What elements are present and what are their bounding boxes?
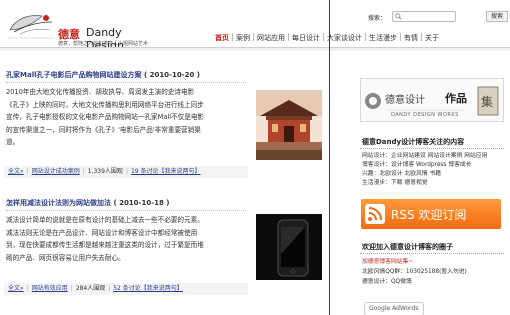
works-banner[interactable]: 德意设计 作品 DANDY DESIGN WORKS 集: [360, 78, 504, 122]
read-full-link[interactable]: 全文»: [8, 285, 24, 292]
meta-sep: |: [26, 285, 29, 292]
post-meta-bar: 全文» | 网站有效应用 | 284人围观 | 52 条讨论【我来说两句】: [4, 283, 248, 295]
search-button[interactable]: 搜索: [486, 11, 508, 22]
header-divider-shadow: [0, 48, 510, 51]
excerpt-line: 《孔子》上映的同时，大地文化传播构思利用网络平台进行线上同步: [6, 100, 204, 109]
rss-label: RSS 欢迎订阅: [391, 208, 467, 222]
sidebar-title-underline: [360, 253, 504, 254]
post-separator: [6, 82, 246, 83]
nav-item-about[interactable]: 关于: [422, 33, 442, 43]
works-banner-en: DANDY DESIGN WORKS: [391, 112, 459, 118]
post-thumbnail-phone[interactable]: [256, 214, 322, 280]
sidebar-title-circle: 欢迎加入德意设计博客的圈子: [362, 243, 453, 251]
excerpt-line: 砌的产品、网页很容易让用户失去耐心。: [6, 253, 125, 262]
post-title-text[interactable]: 怎样用减法设计法则为网站做加法: [6, 199, 111, 207]
excerpt-line: 减法法则无论是在产品设计、网站设计和博客设计中都经常被使用: [6, 228, 198, 237]
qq-weibo-line[interactable]: 德意设计：QQ微博: [362, 278, 412, 288]
read-full-link[interactable]: 全文»: [8, 168, 24, 175]
post-date: ( 2010-10-20 ): [143, 71, 200, 79]
excerpt-line: 减法设计简单的说就是在原有设计的基础上减去一些不必要的元素。: [6, 216, 204, 224]
meta-sep: |: [70, 285, 73, 292]
search-icon: [395, 13, 402, 20]
logo-slogan: 德意，帮随之人的和德意人小题网站艺术: [58, 41, 149, 47]
post-title[interactable]: 怎样用减法设计法则为网站做加法 ( 2010-10-18 ): [6, 198, 170, 208]
logo-emblem-icon: [8, 15, 54, 39]
post-comments-link[interactable]: 52 条讨论【我来说两句】: [113, 285, 183, 292]
nav-item-home[interactable]: 首页: [212, 33, 232, 43]
works-banner-cn: 德意设计: [385, 95, 425, 106]
post-title[interactable]: 孔家Mall孔子电影后产品购物网站建设方案 ( 2010-10-20 ): [6, 70, 200, 80]
post-views: 1,339人围观: [87, 168, 123, 175]
post-date: ( 2010-10-18 ): [113, 199, 170, 207]
rss-icon: [365, 204, 385, 224]
nav-item-web-apps[interactable]: 网站应用: [254, 33, 288, 43]
search-label: 搜索：: [368, 15, 387, 22]
sidebar-title-underline: [360, 148, 504, 149]
sidebar-title-topics: 德意Dandy设计博客关注的内容: [362, 138, 465, 146]
excerpt-line: 宣传，孔子电影授权的文化电影产品购物网站一孔家Mall不仅是电影: [6, 113, 205, 121]
meta-sep: |: [26, 168, 29, 175]
works-banner-title: 作品: [445, 92, 467, 105]
nav-item-cases[interactable]: 案例: [233, 33, 253, 43]
meta-sep: |: [82, 168, 85, 175]
post-excerpt: 减法设计简单的说就是在原有设计的基础上减去一些不必要的元素。 减法法则无论是在产…: [6, 214, 246, 264]
main-nav: 首页 案例 网站应用 每日设计 大家谈设计 生活漫步 有情 关于: [212, 33, 442, 45]
rss-subscribe-button[interactable]: RSS 欢迎订阅: [361, 199, 501, 229]
post-comments-link[interactable]: 19 条讨论【我来说两句】: [131, 168, 201, 175]
column-divider: [329, 0, 330, 315]
meta-sep: |: [125, 168, 128, 175]
post-category-link[interactable]: 网站设计成功案例: [32, 168, 80, 175]
excerpt-line: 道。: [6, 138, 20, 146]
nav-item-daily-design[interactable]: 每日设计: [289, 33, 323, 43]
join-link[interactable]: 加德意博客网站集~: [362, 258, 413, 268]
excerpt-line: 2010年由大地文化传播投资、胡玫执导、周润发主演的史诗电影: [6, 88, 195, 96]
post-thumbnail-temple[interactable]: [256, 90, 322, 160]
nav-item-feelings[interactable]: 有情: [401, 33, 421, 43]
nav-item-life[interactable]: 生活漫步: [366, 33, 400, 43]
post-category-link[interactable]: 网站有效应用: [32, 285, 68, 292]
site-logo[interactable]: 德意 Dandy Design 德意，帮随之人的和德意人小题网站艺术: [6, 8, 148, 52]
works-banner-seal: 集: [481, 95, 494, 109]
post-views: 284人围观: [75, 285, 106, 292]
post-separator: [6, 210, 246, 211]
post-meta-bar: 全文» | 网站设计成功案例 | 1,339人围观 | 19 条讨论【我来说两句】: [4, 166, 248, 178]
search-area: 搜索： 搜索: [368, 11, 508, 23]
topic-line[interactable]: 生活漫步：下载 德意视觉: [362, 179, 428, 189]
nav-item-design-talk[interactable]: 大家谈设计: [324, 33, 365, 43]
qq-group-line: 北欧风情QQ群：103025188(暂入勿进): [362, 269, 467, 275]
post-title-text[interactable]: 孔家Mall孔子电影后产品购物网站建设方案: [6, 71, 142, 79]
excerpt-line: 的宣传渠道之一，同时将作为《孔子》'电影后产品'非常重要营销渠: [6, 125, 201, 134]
post-excerpt: 2010年由大地文化传播投资、胡玫执导、周润发主演的史诗电影 《孔子》上映的同时…: [6, 86, 246, 149]
excerpt-line: 到，现在快要成都传生活都是越来越注重这类的设计，过于繁复而堆: [6, 241, 204, 249]
google-adwords-badge[interactable]: Google AdWords: [364, 302, 424, 315]
